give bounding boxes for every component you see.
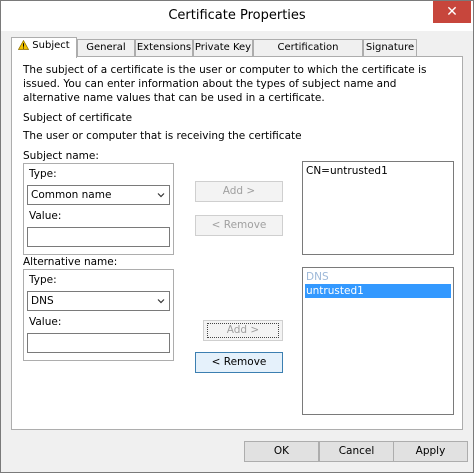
subject-type-value: Common name [31, 189, 112, 201]
subject-heading: Subject of certificate [23, 112, 133, 124]
subject-add-button[interactable]: Add > [195, 181, 283, 202]
subject-description: The subject of a certificate is the user… [23, 64, 427, 104]
tab-general[interactable]: General [77, 39, 135, 56]
subject-value-input[interactable] [27, 227, 170, 247]
title-bar: Certificate Properties ✕ [1, 1, 473, 31]
window-title: Certificate Properties [168, 8, 306, 23]
tab-private-key[interactable]: Private Key [193, 39, 253, 56]
tab-subject[interactable]: Subject [11, 37, 77, 58]
alt-value-input[interactable] [27, 333, 170, 353]
alternative-name-list[interactable]: DNS untrusted1 [302, 267, 454, 415]
warning-icon [18, 39, 30, 56]
ok-button[interactable]: OK [244, 441, 319, 462]
tab-certification-authority[interactable]: Certification Authority [253, 39, 363, 69]
subject-remove-button[interactable]: < Remove [195, 215, 283, 236]
subject-tab-panel: The subject of a certificate is the user… [11, 56, 463, 430]
tab-subject-label: Subject [32, 40, 70, 51]
alt-value-label: Value: [29, 316, 62, 328]
alt-remove-button[interactable]: < Remove [195, 352, 283, 373]
subject-name-label: Subject name: [23, 150, 99, 162]
apply-button[interactable]: Apply [393, 441, 468, 462]
close-button[interactable]: ✕ [433, 1, 471, 23]
list-item[interactable]: untrusted1 [305, 284, 451, 298]
chevron-down-icon [157, 193, 165, 198]
focus-rect [207, 323, 279, 338]
subject-type-select[interactable]: Common name [27, 185, 170, 205]
chevron-down-icon [157, 299, 165, 304]
subject-name-list[interactable]: CN=untrusted1 [302, 161, 454, 255]
list-header: DNS [306, 271, 329, 283]
certificate-properties-dialog: Certificate Properties ✕ Subject General… [0, 0, 474, 473]
subject-value-label: Value: [29, 210, 62, 222]
alt-add-button[interactable]: Add > [203, 320, 283, 341]
alt-type-label: Type: [29, 274, 57, 286]
subject-name-group: Type: Common name Value: [23, 163, 174, 255]
alternative-name-label: Alternative name: [23, 256, 118, 268]
cancel-button[interactable]: Cancel [319, 441, 394, 462]
alt-type-select[interactable]: DNS [27, 291, 170, 311]
tab-strip: Subject General Extensions Private Key C… [11, 37, 463, 69]
alternative-name-group: Type: DNS Value: [23, 269, 174, 361]
tab-extensions[interactable]: Extensions [135, 39, 193, 56]
alt-type-value: DNS [31, 295, 54, 307]
tab-signature[interactable]: Signature [363, 39, 417, 56]
subject-subheading: The user or computer that is receiving t… [23, 130, 302, 142]
subject-type-label: Type: [29, 168, 57, 180]
list-item[interactable]: CN=untrusted1 [305, 164, 451, 178]
